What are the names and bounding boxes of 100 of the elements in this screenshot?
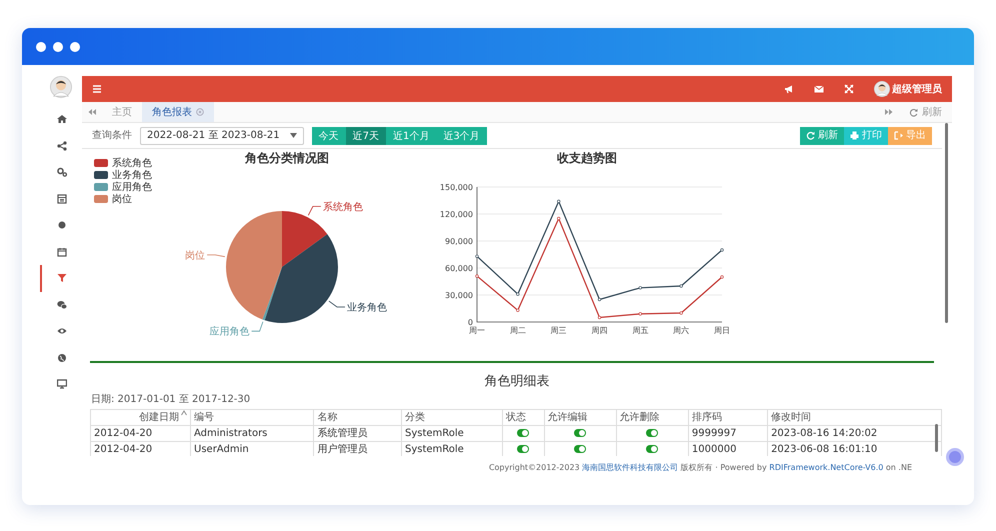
export-icon <box>894 131 903 140</box>
chart-title: 角色分类情况图 <box>244 150 330 167</box>
caret-icon <box>290 133 297 138</box>
axis-tick-label: 120,000 <box>440 210 473 219</box>
gears-icon <box>57 167 67 178</box>
legend-label: 应用角色 <box>112 180 152 194</box>
double-right-icon[interactable] <box>885 108 893 116</box>
data-point <box>475 274 479 278</box>
leader-line <box>308 206 322 216</box>
slice-label: 岗位 <box>185 250 206 262</box>
toggle-switch[interactable] <box>574 428 586 437</box>
column-header[interactable]: 分类 <box>402 409 503 425</box>
table-cell: 系统管理员 <box>314 425 402 441</box>
table-title: 角色明细表 <box>484 373 550 391</box>
circle-icon <box>57 220 67 230</box>
axis-tick-label: 周三 <box>550 326 567 335</box>
table-cell: Administrators <box>190 425 314 441</box>
refresh-icon <box>806 131 815 140</box>
data-point <box>598 298 602 302</box>
legend-label: 岗位 <box>112 192 132 206</box>
scrollbar-thumb[interactable] <box>945 123 948 323</box>
column-header[interactable]: 名称 <box>314 409 402 425</box>
axis-tick-label: 30,000 <box>445 291 473 300</box>
date-range-select[interactable]: 2022-08-21 至 2023-08-21 <box>140 126 304 144</box>
slice-label: 系统角色 <box>322 202 363 213</box>
leader-line <box>251 321 264 332</box>
column-header[interactable]: 编号 <box>190 409 314 425</box>
column-header[interactable]: 创建日期 <box>90 409 191 425</box>
floating-button[interactable] <box>946 448 964 466</box>
avatar-icon <box>50 76 72 98</box>
calendar-icon <box>57 246 67 257</box>
query-label: 查询条件 <box>92 128 132 143</box>
window-dot <box>70 42 80 52</box>
data-point <box>638 312 642 316</box>
slice-label: 应用角色 <box>210 326 250 338</box>
axis-tick-label: 周六 <box>673 326 690 335</box>
axis-tick-label: 周二 <box>510 326 526 335</box>
date-note: 日期: 2017-01-01 至 2017-12-30 <box>90 392 252 406</box>
leader-line <box>328 300 346 308</box>
data-point <box>720 248 724 252</box>
table-cell: 2012-04-20 <box>90 441 191 456</box>
data-point <box>475 254 479 258</box>
refresh-icon <box>909 108 918 116</box>
copyright-text: Copyright©2012-2023 海南国思软件科技有限公司 版权所有 · Powered by RDIFramework.NetCore-V6.0 on .NE <box>488 462 912 472</box>
company-link[interactable]: 海南国思软件科技有限公司 <box>582 462 678 472</box>
toggle-switch[interactable] <box>574 444 586 453</box>
axis-tick-label: 0 <box>468 318 473 327</box>
range-button[interactable]: 近7天 <box>346 126 386 144</box>
chat-icon <box>57 300 67 310</box>
toggle-switch[interactable] <box>517 444 530 453</box>
data-point <box>680 284 683 288</box>
column-header[interactable]: 排序码 <box>688 409 768 425</box>
chart-title: 收支趋势图 <box>556 150 618 167</box>
axis-tick-label: 周日 <box>714 326 730 335</box>
axis-tick-label: 周五 <box>632 326 648 335</box>
globe-icon <box>57 352 67 363</box>
data-point <box>680 311 683 315</box>
data-point <box>557 200 560 203</box>
user-name[interactable]: 超级管理员 <box>892 82 942 96</box>
printer-icon <box>850 131 859 140</box>
data-point <box>516 292 520 296</box>
axis-tick-label: 60,000 <box>445 264 473 273</box>
envelope-icon[interactable] <box>814 84 824 94</box>
window-dot <box>53 42 63 52</box>
menu-icon[interactable] <box>92 84 102 94</box>
toggle-switch[interactable] <box>646 444 658 453</box>
axis-tick-label: 周四 <box>592 326 608 335</box>
axis-tick-label: 150,000 <box>440 183 473 192</box>
axis-tick-label: 周一 <box>469 326 485 335</box>
expand-icon[interactable] <box>844 84 854 94</box>
column-header[interactable]: 允许删除 <box>616 409 688 425</box>
table-cell: 2012-04-20 <box>90 425 191 441</box>
filter-icon <box>57 273 67 284</box>
megaphone-icon[interactable] <box>784 84 794 94</box>
table-cell: 9999997 <box>688 425 768 441</box>
column-header[interactable]: 状态 <box>502 409 544 425</box>
tab[interactable]: 角色报表 <box>142 102 214 122</box>
axis-tick-label: 90,000 <box>445 237 473 246</box>
legend-label: 系统角色 <box>112 156 152 170</box>
column-header[interactable]: 修改时间 <box>768 409 942 425</box>
framework-link[interactable]: RDIFramework.NetCore-V6.0 <box>769 462 884 472</box>
table-cell: SystemRole <box>402 425 503 441</box>
toggle-switch[interactable] <box>646 428 658 437</box>
home-icon <box>57 114 67 124</box>
data-point <box>598 316 602 320</box>
data-point <box>516 308 520 312</box>
toggle-switch[interactable] <box>517 428 530 437</box>
window-dot <box>36 42 46 52</box>
data-point <box>638 286 642 290</box>
monitor-icon <box>57 379 67 390</box>
share-icon <box>57 140 67 151</box>
form-icon <box>57 194 67 204</box>
data-point <box>720 275 724 279</box>
eye-icon <box>57 326 67 336</box>
leader-line <box>206 254 226 258</box>
user-avatar-icon <box>874 81 890 97</box>
column-header[interactable]: 允许编辑 <box>544 409 616 425</box>
scrollbar-thumb[interactable] <box>935 424 938 452</box>
data-point <box>557 216 560 220</box>
double-left-icon[interactable] <box>88 108 96 116</box>
